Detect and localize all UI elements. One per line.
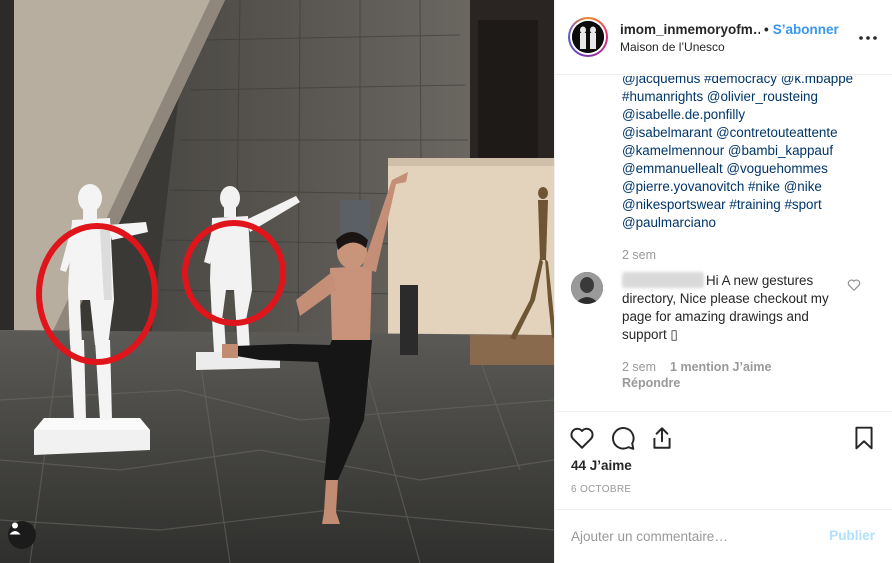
post-caption: @jacquemus #democracy @k.mbappe #humanri… xyxy=(622,76,882,232)
user-tag-icon xyxy=(9,522,21,535)
caption-line[interactable]: @emmanuellealt @voguehommes xyxy=(622,160,882,178)
post-location[interactable]: Maison de l’Unesco xyxy=(620,40,860,54)
caption-line[interactable]: @nikesportswear #training #sport xyxy=(622,196,882,214)
caption-line[interactable]: #humanrights @olivier_rousteing xyxy=(622,88,882,106)
comment-likes[interactable]: 1 mention J’aime xyxy=(670,360,771,374)
comment-timestamp[interactable]: 2 sem xyxy=(622,360,656,374)
publish-button[interactable]: Publier xyxy=(829,528,875,543)
caption-line[interactable]: @paulmarciano xyxy=(622,214,882,232)
comment-text-block: Hi A new gestures directory, Nice please… xyxy=(622,272,857,344)
post-header: imom_inmemoryofm… • S’abonner Maison de … xyxy=(555,0,892,75)
photo-scene xyxy=(0,0,554,563)
comment-meta: 2 sem 1 mention J’aime xyxy=(622,360,862,374)
post-date[interactable]: 6 OCTOBRE xyxy=(571,484,631,495)
commenter-avatar[interactable] xyxy=(571,272,603,304)
comment-like-button[interactable] xyxy=(847,278,863,294)
comment-icon xyxy=(612,427,635,450)
likes-count[interactable]: 44 J’aime xyxy=(571,458,632,473)
avatar-image xyxy=(572,21,604,53)
reply-button[interactable]: Répondre xyxy=(622,376,680,390)
comment-input[interactable] xyxy=(571,524,811,548)
post-photo[interactable] xyxy=(0,0,554,563)
comments-list[interactable]: @jacquemus #democracy @k.mbappe #humanri… xyxy=(555,76,892,410)
like-button[interactable] xyxy=(569,425,595,451)
add-comment-bar: Publier xyxy=(555,509,892,563)
post-side-panel: imom_inmemoryofm… • S’abonner Maison de … xyxy=(554,0,892,563)
header-separator: • xyxy=(764,22,769,37)
user-tag-button[interactable] xyxy=(8,521,36,549)
caption-line[interactable]: @pierre.yovanovitch #nike @nike xyxy=(622,178,882,196)
post-actions: 44 J’aime 6 OCTOBRE xyxy=(555,411,892,511)
caption-line[interactable]: @jacquemus #democracy @k.mbappe xyxy=(622,76,882,88)
commenter-avatar-image xyxy=(571,272,603,304)
follow-button[interactable]: S’abonner xyxy=(773,22,839,37)
share-button[interactable] xyxy=(649,425,675,451)
more-options-button[interactable] xyxy=(857,28,879,48)
commenter-username-redacted[interactable] xyxy=(622,272,704,288)
heart-icon xyxy=(847,279,861,291)
heart-icon xyxy=(570,427,594,449)
bookmark-icon xyxy=(855,426,873,450)
caption-line[interactable]: @kamelmennour @bambi_kappauf xyxy=(622,142,882,160)
share-icon xyxy=(653,427,671,449)
comment-button[interactable] xyxy=(610,425,636,451)
caption-timestamp[interactable]: 2 sem xyxy=(622,248,656,262)
caption-line[interactable]: @isabelmarant @contretouteattente xyxy=(622,124,882,142)
author-username[interactable]: imom_inmemoryofm… xyxy=(620,22,760,37)
caption-line[interactable]: @isabelle.de.ponfilly xyxy=(622,106,882,124)
save-button[interactable] xyxy=(851,425,877,451)
more-options-icon xyxy=(859,36,877,40)
author-avatar[interactable] xyxy=(568,17,608,57)
